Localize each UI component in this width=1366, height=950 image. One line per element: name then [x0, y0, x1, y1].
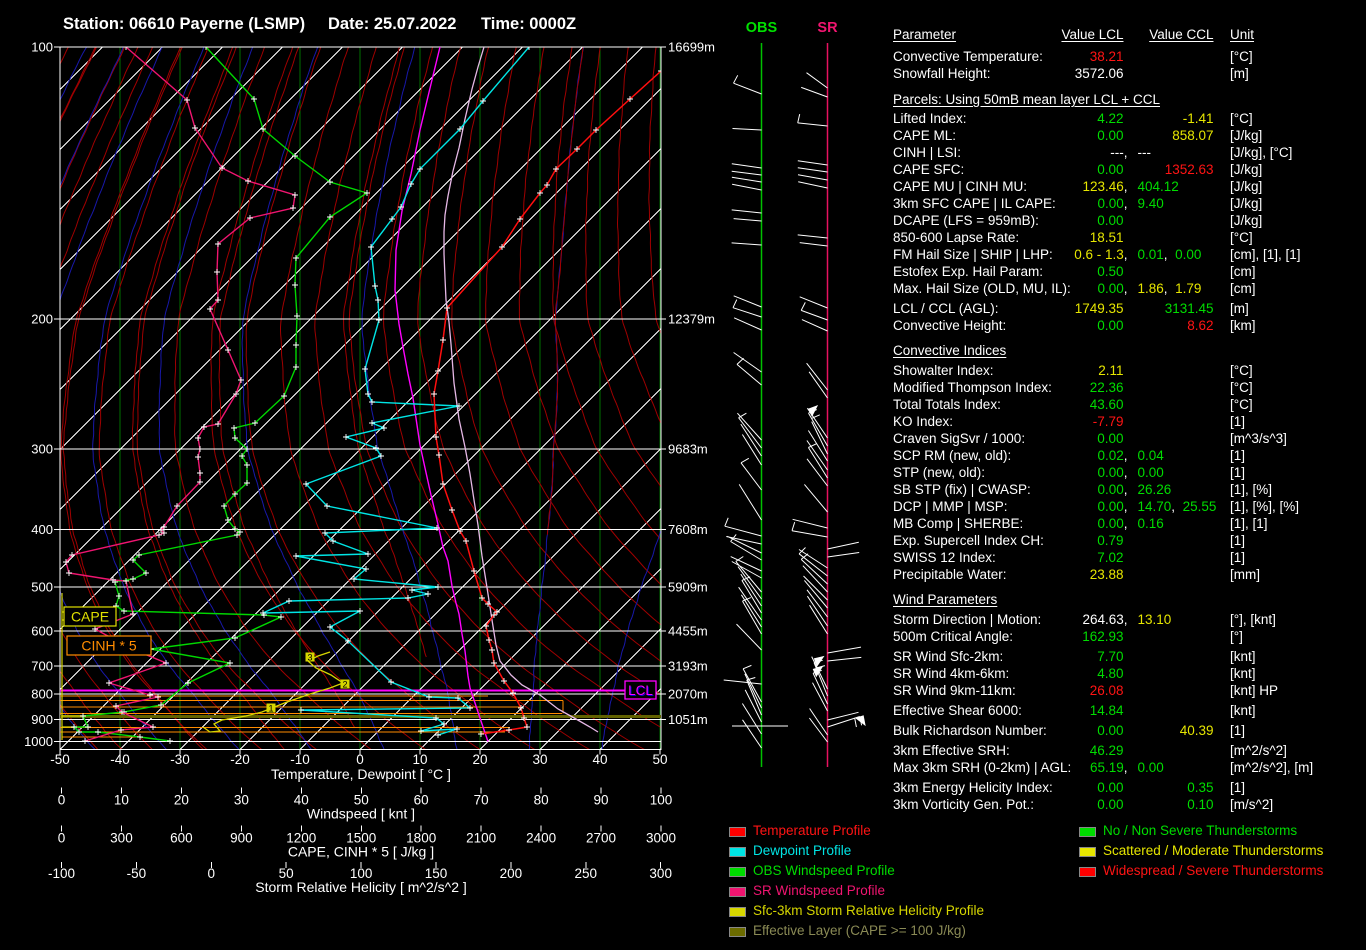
svg-text:2100: 2100 [466, 831, 496, 846]
svg-text:0: 0 [208, 866, 216, 881]
svg-text:250: 250 [575, 866, 598, 881]
svg-text:-50: -50 [127, 866, 147, 881]
svg-text:600: 600 [170, 831, 193, 846]
svg-text:3000: 3000 [646, 831, 676, 846]
svg-text:300: 300 [649, 866, 672, 881]
svg-text:2700: 2700 [586, 831, 616, 846]
svg-text:Storm Relative Helicity [ m^2/: Storm Relative Helicity [ m^2/s^2 ] [255, 879, 467, 895]
svg-text:-100: -100 [48, 866, 75, 881]
svg-text:900: 900 [230, 831, 253, 846]
svg-text:0: 0 [58, 831, 66, 846]
svg-text:2400: 2400 [526, 831, 556, 846]
svg-text:200: 200 [500, 866, 523, 881]
svg-text:CAPE, CINH * 5 [ J/kg ]: CAPE, CINH * 5 [ J/kg ] [288, 844, 434, 860]
svg-text:300: 300 [110, 831, 133, 846]
